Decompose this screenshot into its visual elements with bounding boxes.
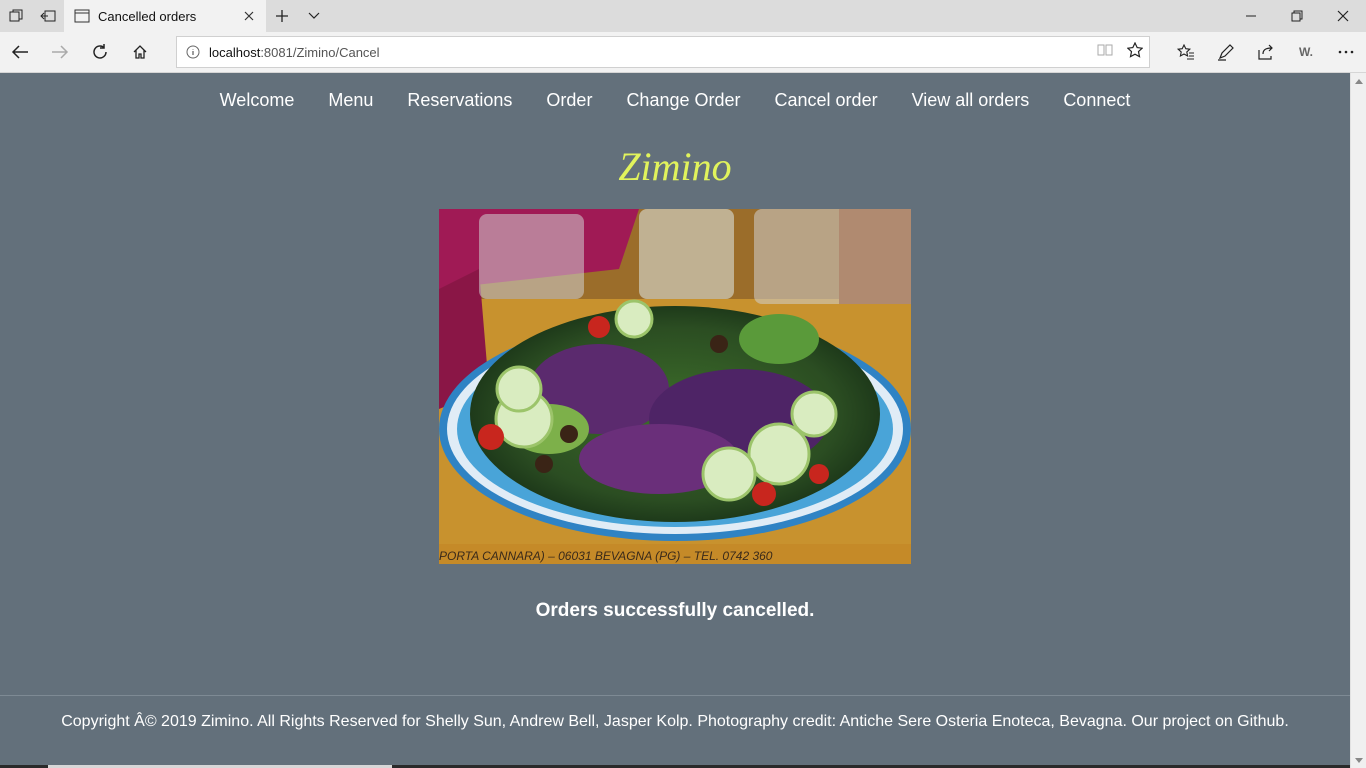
footer-divider	[0, 695, 1350, 696]
new-tab-icon[interactable]	[266, 0, 298, 32]
nav-link-change-order[interactable]: Change Order	[609, 90, 757, 111]
notes-pen-icon[interactable]	[1206, 32, 1246, 72]
share-icon[interactable]	[1246, 32, 1286, 72]
restore-icon[interactable]	[1274, 0, 1320, 32]
nav-link-reservations[interactable]: Reservations	[390, 90, 529, 111]
address-field[interactable]: localhost:8081/Zimino/Cancel	[176, 36, 1150, 68]
url-text: localhost:8081/Zimino/Cancel	[209, 45, 380, 60]
page-content: Welcome Menu Reservations Order Change O…	[0, 73, 1350, 768]
scroll-down-arrow-icon[interactable]	[1354, 755, 1364, 765]
nav-link-view-all-orders[interactable]: View all orders	[895, 90, 1047, 111]
vertical-scrollbar[interactable]	[1350, 73, 1366, 768]
favorites-icon[interactable]	[1166, 32, 1206, 72]
page-icon	[74, 9, 90, 23]
footer-text: Copyright Â© 2019 Zimino. All Rights Res…	[61, 713, 1289, 730]
minimize-icon[interactable]	[1228, 0, 1274, 32]
browser-tab-bar: Cancelled orders	[0, 0, 1366, 32]
set-tabs-aside-icon[interactable]	[32, 0, 64, 32]
brand-title: Zimino	[618, 144, 732, 189]
tab-actions-icon[interactable]	[0, 0, 32, 32]
tab-title: Cancelled orders	[98, 8, 197, 24]
more-options-icon[interactable]	[1326, 32, 1366, 72]
nav-link-order[interactable]: Order	[529, 90, 609, 111]
scroll-up-arrow-icon[interactable]	[1354, 76, 1364, 86]
refresh-icon[interactable]	[80, 32, 120, 72]
back-arrow-icon[interactable]	[0, 32, 40, 72]
extension-w-icon[interactable]: W.	[1286, 32, 1326, 72]
url-path: :8081/Zimino/Cancel	[260, 44, 380, 60]
active-tab[interactable]: Cancelled orders	[64, 0, 266, 32]
tab-list-chevron-icon[interactable]	[298, 0, 330, 32]
extension-label: W.	[1299, 45, 1313, 59]
close-tab-icon[interactable]	[238, 5, 260, 27]
favorite-star-icon[interactable]	[1126, 41, 1144, 63]
home-icon[interactable]	[120, 32, 160, 72]
address-bar-row: localhost:8081/Zimino/Cancel W.	[0, 32, 1366, 73]
url-host: localhost	[209, 44, 261, 60]
placemat-text: PORTA CANNARA) – 06031 BEVAGNA (PG) – TE…	[439, 549, 773, 563]
reading-view-icon[interactable]	[1097, 43, 1113, 62]
close-window-icon[interactable]	[1320, 0, 1366, 32]
salad-photo: PORTA CANNARA) – 06031 BEVAGNA (PG) – TE…	[439, 209, 911, 564]
site-info-icon[interactable]	[177, 45, 209, 59]
cancel-status-message: Orders successfully cancelled.	[535, 600, 815, 621]
nav-link-connect[interactable]: Connect	[1046, 90, 1147, 111]
site-navigation: Welcome Menu Reservations Order Change O…	[0, 73, 1350, 127]
nav-link-cancel-order[interactable]: Cancel order	[758, 90, 895, 111]
forward-arrow-icon[interactable]	[40, 32, 80, 72]
nav-link-welcome[interactable]: Welcome	[203, 90, 312, 111]
nav-link-menu[interactable]: Menu	[311, 90, 390, 111]
